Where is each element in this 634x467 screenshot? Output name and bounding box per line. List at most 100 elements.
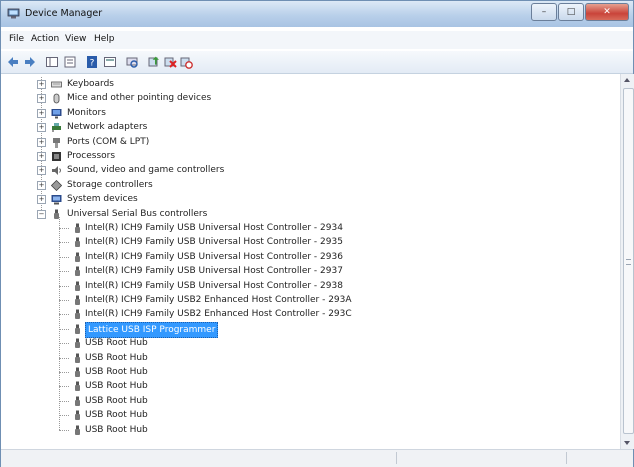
scroll-thumb[interactable] [623, 88, 634, 434]
keyboard-icon [51, 81, 62, 88]
device-manager-icon [7, 8, 20, 19]
maximize-button[interactable]: □ [558, 3, 584, 21]
usb-device-label: Intel(R) ICH9 Family USB Universal Host … [85, 266, 343, 277]
tree-category-label: Keyboards [67, 79, 114, 89]
tree-category-label: Universal Serial Bus controllers [67, 208, 208, 219]
usb-device-item[interactable]: Intel(R) ICH9 Family USB Universal Host … [1, 221, 601, 235]
expand-toggle-icon[interactable]: − [37, 209, 46, 219]
tree-category[interactable]: + Ports (COM & LPT) [1, 135, 601, 149]
usb-device-label: USB Root Hub [85, 352, 148, 363]
disable-device-icon[interactable] [179, 55, 193, 69]
usb-device-item[interactable]: Intel(R) ICH9 Family USB Universal Host … [1, 250, 601, 264]
usb-device-item[interactable]: USB Root Hub [1, 336, 601, 350]
usb-device-label: USB Root Hub [85, 424, 148, 435]
tree-category-label: System devices [67, 194, 138, 205]
tree-category[interactable]: + Mice and other pointing devices [1, 91, 601, 105]
usb-device-label: Intel(R) ICH9 Family USB Universal Host … [85, 280, 343, 291]
usb-icon [75, 223, 80, 233]
usb-device-item[interactable]: USB Root Hub [1, 379, 601, 393]
port-icon [53, 137, 60, 148]
usb-device-item[interactable]: Intel(R) ICH9 Family USB Universal Host … [1, 235, 601, 249]
usb-device-item[interactable]: USB Root Hub [1, 394, 601, 408]
usb-device-item[interactable]: Lattice USB ISP Programmer [1, 321, 601, 338]
usb-icon [54, 209, 59, 219]
expand-toggle-icon[interactable]: + [37, 94, 46, 104]
vertical-scrollbar[interactable] [620, 74, 634, 449]
help-icon[interactable]: ? [85, 55, 99, 69]
scroll-down-icon[interactable] [624, 441, 630, 445]
minimize-button[interactable]: – [531, 3, 557, 21]
expand-toggle-icon[interactable]: + [37, 180, 46, 190]
tree-category[interactable]: − Universal Serial Bus controllers [1, 207, 601, 221]
menu-action[interactable]: Action [31, 34, 59, 44]
usb-icon [75, 367, 80, 377]
usb-device-item[interactable]: USB Root Hub [1, 351, 601, 365]
expand-toggle-icon[interactable]: + [37, 137, 46, 147]
show-hidden-icon[interactable] [103, 55, 117, 69]
tree-category[interactable]: + Network adapters [1, 120, 601, 134]
expand-toggle-icon[interactable]: + [37, 152, 46, 161]
menu-help[interactable]: Help [94, 34, 115, 44]
tree-category[interactable]: + Processors [1, 149, 601, 163]
monitor-icon [51, 108, 62, 119]
tree-category[interactable]: + Sound, video and game controllers [1, 163, 601, 177]
usb-icon [75, 309, 80, 320]
toolbar: ? [1, 51, 633, 74]
close-button[interactable]: ✕ [585, 3, 629, 21]
usb-device-item[interactable]: USB Root Hub [1, 423, 601, 437]
status-divider [566, 452, 567, 464]
status-bar [1, 449, 633, 467]
processor-icon [52, 152, 61, 161]
usb-device-label: USB Root Hub [85, 367, 148, 377]
usb-device-label: Intel(R) ICH9 Family USB Universal Host … [85, 223, 343, 233]
menu-bar: File Action View Help [1, 31, 633, 49]
status-divider [396, 452, 397, 464]
scroll-grip-icon [626, 259, 631, 265]
usb-icon [75, 237, 80, 248]
properties-icon[interactable] [63, 55, 77, 69]
tree-category-label: Processors [67, 151, 116, 161]
uninstall-icon[interactable] [163, 55, 177, 69]
usb-device-item[interactable]: Intel(R) ICH9 Family USB Universal Host … [1, 279, 601, 293]
scroll-up-icon[interactable] [624, 78, 630, 82]
expand-toggle-icon[interactable]: + [37, 166, 46, 176]
usb-device-item[interactable]: Intel(R) ICH9 Family USB2 Enhanced Host … [1, 307, 601, 321]
tree-category[interactable]: + Monitors [1, 106, 601, 120]
title-bar[interactable]: Device Manager – □ ✕ [1, 1, 633, 27]
storage-icon [51, 179, 62, 191]
expand-toggle-icon[interactable]: + [37, 80, 46, 89]
show-hide-tree-icon[interactable] [45, 55, 59, 69]
usb-device-item[interactable]: Intel(R) ICH9 Family USB2 Enhanced Host … [1, 293, 601, 307]
scan-hardware-icon[interactable] [125, 55, 139, 69]
usb-icon [75, 252, 80, 262]
tree-category[interactable]: + Storage controllers [1, 178, 601, 192]
usb-device-item[interactable]: Intel(R) ICH9 Family USB Universal Host … [1, 264, 601, 278]
menu-file[interactable]: File [9, 34, 24, 44]
usb-icon [75, 266, 80, 277]
tree-category[interactable]: + System devices [1, 192, 601, 206]
expand-toggle-icon[interactable]: + [37, 108, 46, 118]
forward-arrow-icon[interactable] [23, 55, 37, 69]
usb-device-label: USB Root Hub [85, 395, 148, 406]
network-adapter-icon [52, 123, 61, 133]
usb-device-label: Intel(R) ICH9 Family USB Universal Host … [85, 237, 343, 248]
window-title: Device Manager [25, 8, 103, 19]
usb-icon [75, 425, 80, 435]
usb-device-label: USB Root Hub [85, 410, 148, 421]
usb-device-item[interactable]: USB Root Hub [1, 365, 601, 379]
back-arrow-icon[interactable] [6, 55, 20, 69]
usb-device-label: USB Root Hub [85, 338, 148, 349]
menu-view[interactable]: View [65, 34, 86, 44]
usb-icon [75, 338, 80, 349]
expand-toggle-icon[interactable]: + [37, 195, 46, 205]
usb-icon [75, 353, 80, 363]
device-tree[interactable]: + Keyboards + Mice and other pointing devic… [1, 74, 620, 449]
usb-icon [75, 410, 80, 421]
tree-category-label: Monitors [67, 107, 106, 118]
usb-device-label: USB Root Hub [85, 381, 148, 392]
update-driver-icon[interactable] [147, 55, 161, 69]
tree-category[interactable]: + Keyboards [1, 77, 601, 91]
tree-category-label: Ports (COM & LPT) [67, 136, 150, 147]
expand-toggle-icon[interactable]: + [37, 123, 46, 133]
usb-device-item[interactable]: USB Root Hub [1, 408, 601, 422]
